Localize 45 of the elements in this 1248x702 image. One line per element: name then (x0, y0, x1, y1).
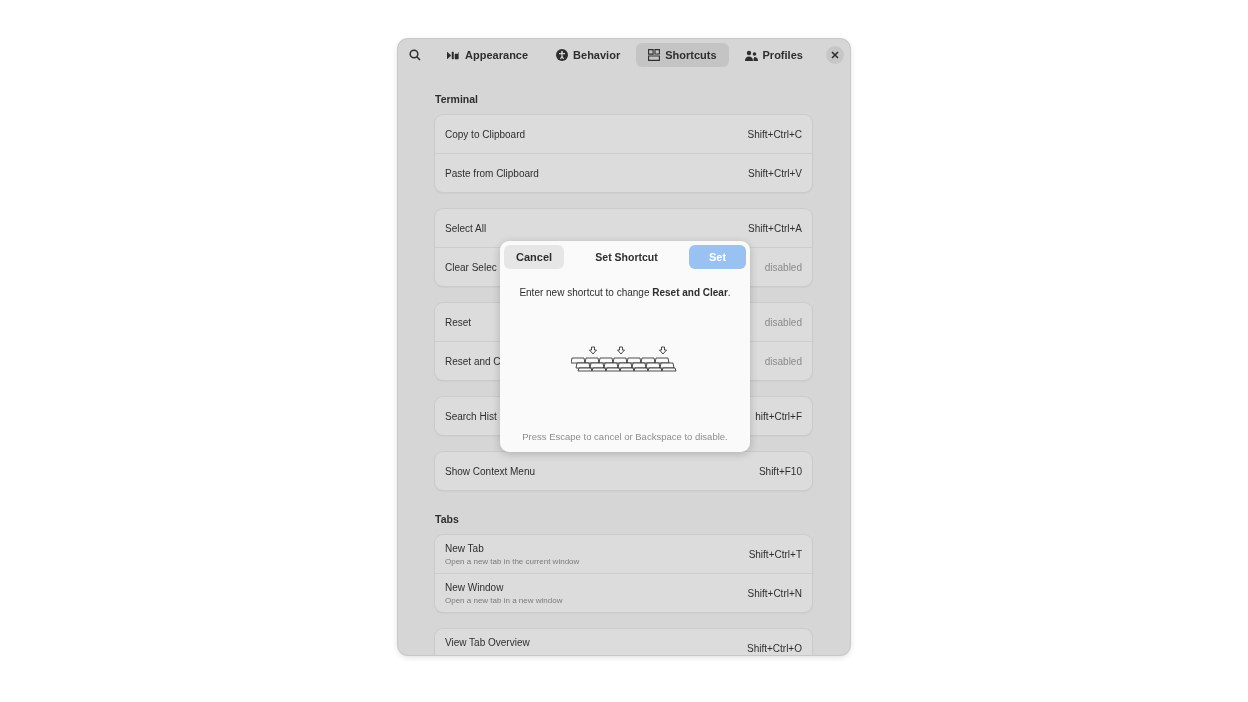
shortcut-label: Shift+F10 (758, 465, 802, 477)
row-title: Reset and C (445, 355, 501, 367)
shortcut-row[interactable]: New Tab Open a new tab in the current window Shift+Ctrl+T (435, 535, 812, 573)
shortcut-row[interactable]: View Tab Overview Shift+Ctrl+O (435, 629, 812, 655)
dialog-message: Enter new shortcut to change Reset and Clear. (519, 287, 731, 298)
tab[interactable]: Profiles (732, 43, 815, 67)
row-subtitle: Open a new tab in the current window (445, 556, 580, 566)
row-subtitle: Open a new tab in a new window (445, 595, 563, 605)
row-title: Clear Selec (445, 261, 497, 273)
row-title: New Tab (445, 542, 485, 554)
accessibility-icon (556, 49, 569, 61)
shortcut-label: disabled (764, 355, 802, 367)
row-title: New Window (445, 581, 505, 593)
shortcut-label: Shift+Ctrl+V (748, 167, 802, 179)
row-title: View Tab Overview (445, 636, 530, 648)
sliders-icon (447, 50, 461, 60)
close-icon[interactable] (826, 46, 844, 64)
row-title: Show Context Menu (445, 465, 536, 477)
row-title: Reset (445, 316, 472, 328)
dialog-title: Set Shortcut (595, 251, 658, 263)
shortcut-keys-icon (648, 49, 661, 61)
dialog-hint: Press Escape to cancel or Backspace to disable. (522, 431, 728, 442)
tab[interactable]: Shortcuts (636, 43, 729, 67)
shortcut-row[interactable]: Show Context Menu Shift+F10 (435, 452, 812, 490)
tab[interactable]: Appearance (435, 43, 541, 67)
cancel-button[interactable]: Cancel (504, 245, 565, 269)
shortcut-label: Shift+Ctrl+T (748, 548, 802, 560)
section-title: Tabs (435, 513, 460, 525)
people-icon (744, 49, 758, 61)
tab[interactable]: Behavior (544, 43, 633, 67)
shortcut-row[interactable]: Paste from Clipboard Shift+Ctrl+V (435, 153, 812, 192)
shortcut-label: Shift+Ctrl+O (746, 642, 802, 654)
shortcut-label: Shift+Ctrl+N (747, 587, 802, 599)
shortcut-label: disabled (764, 261, 802, 273)
shortcut-label: Shift+Ctrl+C (747, 128, 802, 140)
section-title: Terminal (435, 93, 479, 105)
shortcut-label: Shift+Ctrl+A (748, 222, 802, 234)
row-title: Search Hist (445, 410, 497, 422)
row-title: Select All (445, 222, 487, 234)
shortcut-label: hift+Ctrl+F (755, 410, 802, 422)
row-title: Paste from Clipboard (445, 167, 539, 179)
shortcut-row[interactable]: New Window Open a new tab in a new window Shift+Ctrl+N (435, 573, 812, 612)
shortcut-row[interactable]: Copy to Clipboard Shift+Ctrl+C (435, 115, 812, 153)
row-title: Copy to Clipboard (445, 128, 526, 140)
shortcut-label: disabled (764, 316, 802, 328)
